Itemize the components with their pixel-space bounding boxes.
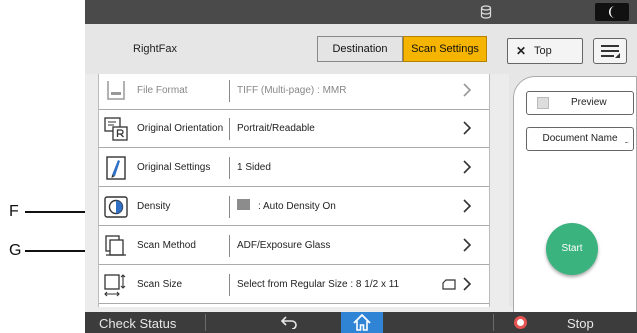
setting-label: Scan Method [137,240,196,251]
side-panel: Preview Document Name ... Start [509,74,637,333]
more-dots-icon: ... [624,136,629,145]
home-icon [353,314,371,331]
database-icon [480,5,492,19]
setting-row-file-format[interactable]: File Format TIFF (Multi-page) : MMR [99,74,489,110]
scan-method-icon [105,235,126,256]
callout-letter: G [9,242,22,259]
scan-settings-list[interactable]: File Format TIFF (Multi-page) : MMR Orig… [98,74,490,307]
preview-label: Preview [571,97,607,108]
energy-saver-button[interactable] [595,3,629,21]
chevron-right-icon [463,199,471,213]
divider [229,157,230,179]
side-card: Preview Document Name ... Start [513,76,637,333]
divider [205,314,206,331]
setting-label: Original Orientation [137,123,224,134]
divider [229,274,230,296]
back-icon[interactable] [281,315,297,329]
setting-row-scan-size[interactable]: Scan Size Select from Regular Size : 8 1… [99,266,489,304]
setting-row-original-settings[interactable]: Original Settings 1 Sided [99,149,489,187]
stop-button[interactable]: Stop [567,314,594,333]
chevron-right-icon [463,121,471,135]
preview-button[interactable]: Preview [526,91,634,115]
chevron-right-icon [463,160,471,174]
density-icon [104,196,128,218]
paper-orientation-icon [442,279,456,290]
divider [229,196,230,218]
menu-icon [601,45,620,58]
document-name-label: Document Name [542,133,618,144]
setting-row-density[interactable]: Density : Auto Density On [99,188,489,226]
tab-destination[interactable]: Destination [317,36,403,62]
home-button[interactable] [341,312,383,333]
setting-label: Density [137,201,171,212]
chevron-right-icon [463,83,471,97]
app-title: RightFax [133,43,178,55]
menu-button[interactable] [593,38,627,64]
file-format-icon [107,81,125,100]
setting-value-density: : Auto Density On [237,188,336,226]
close-icon: ✕ [516,44,527,58]
stop-icon [514,316,527,329]
setting-label: Original Settings [137,162,211,173]
top-button[interactable]: ✕ Top [507,38,583,64]
divider [229,80,230,102]
chevron-right-icon [463,277,471,291]
setting-value: Portrait/Readable [237,123,315,134]
setting-value: TIFF (Multi-page) : MMR [237,85,347,96]
setting-row-scan-method[interactable]: Scan Method ADF/Exposure Glass [99,227,489,265]
setting-label: Scan Size [137,279,183,290]
preview-checkbox[interactable] [537,97,549,109]
density-swatch [237,199,250,210]
tab-scan-settings[interactable]: Scan Settings [403,36,487,62]
chevron-right-icon [463,238,471,252]
device-screen: RightFax Destination Scan Settings ✕ Top… [85,0,637,333]
original-settings-icon [106,156,126,180]
bottom-bar: Check Status Stop [85,312,637,333]
setting-value: : Auto Density On [258,201,336,212]
check-status-button[interactable]: Check Status [99,314,176,333]
title-bar: RightFax Destination Scan Settings ✕ Top [85,24,637,74]
setting-value: 1 Sided [237,162,271,173]
top-button-label: Top [534,45,552,57]
setting-label: File Format [137,85,188,96]
status-bar [85,0,637,24]
document-name-button[interactable]: Document Name ... [526,127,634,151]
callout-letter: F [9,203,19,220]
divider [493,314,494,331]
setting-value: Select from Regular Size : 8 1/2 x 11 [237,279,400,290]
divider [229,118,230,140]
divider [229,235,230,257]
scan-size-icon [104,274,126,297]
setting-row-original-orientation[interactable]: Original Orientation Portrait/Readable [99,110,489,148]
moon-icon [609,6,615,18]
start-button[interactable]: Start [546,223,598,275]
setting-value: ADF/Exposure Glass [237,240,331,251]
orientation-icon [104,117,128,141]
